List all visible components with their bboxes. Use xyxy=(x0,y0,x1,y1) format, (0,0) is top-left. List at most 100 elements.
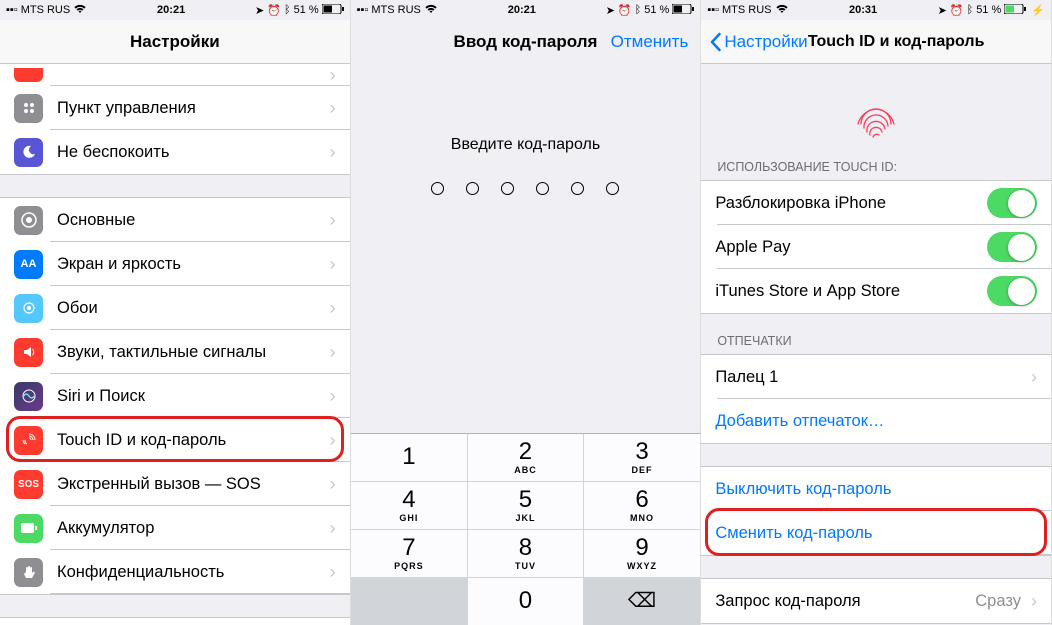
passcode-pane: ▪▪▫ MTS RUS 20:21 ➤ ⏰ ᛒ 51 % Ввод код-па… xyxy=(351,0,702,625)
row-label: Экран и яркость xyxy=(57,255,326,274)
row-display[interactable]: AA Экран и яркость › xyxy=(0,242,350,286)
row-require-passcode[interactable]: Запрос код-пароля Сразу › xyxy=(701,579,1051,623)
row-battery[interactable]: Аккумулятор › xyxy=(0,506,350,550)
key-1[interactable]: 1 xyxy=(351,434,467,481)
row-control-center[interactable]: Пункт управления › xyxy=(0,86,350,130)
row-label: Пункт управления xyxy=(57,99,326,118)
passcode-prompt: Введите код-пароль xyxy=(351,136,701,154)
settings-pane: ▪▪▫ MTS RUS 20:21 ➤ ⏰ ᛒ 51 % Настройки › xyxy=(0,0,351,625)
key-4[interactable]: 4GHI xyxy=(351,482,467,529)
toggle-unlock[interactable] xyxy=(987,188,1037,218)
alarm-icon: ⏰ xyxy=(618,4,632,17)
toggle-applepay[interactable] xyxy=(987,232,1037,262)
status-time: 20:21 xyxy=(157,4,185,16)
numeric-keypad: 1 2ABC 3DEF 4GHI 5JKL 6MNO 7PQRS 8TUV 9W… xyxy=(351,433,701,625)
wifi-icon xyxy=(424,4,438,17)
settings-content: › Пункт управления › Не беспокоить › xyxy=(0,64,350,625)
carrier-label: MTS RUS xyxy=(21,4,71,16)
chevron-right-icon: › xyxy=(330,254,336,275)
row-dnd[interactable]: Не беспокоить › xyxy=(0,130,350,174)
status-time: 20:21 xyxy=(508,4,536,16)
key-2[interactable]: 2ABC xyxy=(468,434,584,481)
chevron-right-icon: › xyxy=(330,430,336,451)
wifi-icon xyxy=(73,4,87,17)
key-3[interactable]: 3DEF xyxy=(584,434,700,481)
section-header-fingerprints: ОТПЕЧАТКИ xyxy=(701,328,1051,354)
chevron-right-icon: › xyxy=(330,562,336,583)
row-label: Экстренный вызов — SOS xyxy=(57,475,326,494)
row-label: Основные xyxy=(57,211,326,230)
row-label: Звуки, тактильные сигналы xyxy=(57,343,326,362)
row-general[interactable]: Основные › xyxy=(0,198,350,242)
battery-icon xyxy=(672,4,694,17)
row-turnoff-passcode[interactable]: Выключить код-пароль xyxy=(701,467,1051,511)
row-privacy[interactable]: Конфиденциальность › xyxy=(0,550,350,594)
bluetooth-icon: ᛒ xyxy=(635,4,642,16)
chevron-right-icon: › xyxy=(330,98,336,119)
battery-icon xyxy=(1004,4,1028,17)
touchid-pane: ▪▪▫ MTS RUS 20:31 ➤ ⏰ ᛒ 51 % ⚡ Настройки… xyxy=(701,0,1052,625)
wifi-icon xyxy=(775,4,789,17)
page-title: Настройки xyxy=(130,32,220,52)
row-sounds[interactable]: Звуки, тактильные сигналы › xyxy=(0,330,350,374)
chevron-left-icon xyxy=(709,32,721,52)
row-siri[interactable]: Siri и Поиск › xyxy=(0,374,350,418)
key-0[interactable]: 0 xyxy=(468,578,584,625)
touchid-content: ИСПОЛЬЗОВАНИЕ TOUCH ID: Разблокировка iP… xyxy=(701,64,1051,625)
row-label: Выключить код-пароль xyxy=(715,480,1037,499)
chevron-right-icon: › xyxy=(330,474,336,495)
hand-icon xyxy=(14,558,43,587)
row-label: Touch ID и код-пароль xyxy=(57,431,326,450)
signal-icon: ▪▪▫ xyxy=(357,4,369,16)
battery-pct: 51 % xyxy=(644,4,669,16)
row-stub-top[interactable]: › xyxy=(0,64,350,86)
control-center-icon xyxy=(14,94,43,123)
location-icon: ➤ xyxy=(938,4,947,17)
row-change-passcode[interactable]: Сменить код-пароль xyxy=(701,511,1051,555)
key-9[interactable]: 9WXYZ xyxy=(584,530,700,577)
chevron-right-icon: › xyxy=(1031,591,1037,612)
row-touchid[interactable]: Touch ID и код-пароль › xyxy=(0,418,350,462)
chevron-right-icon: › xyxy=(330,210,336,231)
key-blank xyxy=(351,578,467,625)
row-itunes-store: iTunes Store и App Store xyxy=(701,269,1051,313)
key-backspace[interactable]: ⌫ xyxy=(584,578,700,625)
status-bar: ▪▪▫ MTS RUS 20:31 ➤ ⏰ ᛒ 51 % ⚡ xyxy=(701,0,1051,20)
charging-icon: ⚡ xyxy=(1031,4,1045,17)
passcode-content: Введите код-пароль 1 2ABC 3DEF 4GHI 5JKL… xyxy=(351,64,701,625)
row-itunes[interactable]: iTunes Store и App Store › xyxy=(0,618,350,625)
row-label: Конфиденциальность xyxy=(57,563,326,582)
key-6[interactable]: 6MNO xyxy=(584,482,700,529)
row-sos[interactable]: SOS Экстренный вызов — SOS › xyxy=(0,462,350,506)
row-label: Запрос код-пароля xyxy=(715,592,975,611)
cancel-button[interactable]: Отменить xyxy=(611,20,689,64)
display-icon: AA xyxy=(14,250,43,279)
carrier-label: MTS RUS xyxy=(722,4,772,16)
toggle-itunes[interactable] xyxy=(987,276,1037,306)
row-add-fingerprint[interactable]: Добавить отпечаток… xyxy=(701,399,1051,443)
key-5[interactable]: 5JKL xyxy=(468,482,584,529)
battery-pct: 51 % xyxy=(976,4,1001,16)
gear-icon xyxy=(14,206,43,235)
section-header-usage: ИСПОЛЬЗОВАНИЕ TOUCH ID: xyxy=(701,154,1051,180)
chevron-right-icon: › xyxy=(330,65,336,86)
passcode-dot xyxy=(571,182,584,195)
row-wallpaper[interactable]: Обои › xyxy=(0,286,350,330)
battery-row-icon xyxy=(14,514,43,543)
sound-icon xyxy=(14,338,43,367)
key-8[interactable]: 8TUV xyxy=(468,530,584,577)
moon-icon xyxy=(14,138,43,167)
status-bar: ▪▪▫ MTS RUS 20:21 ➤ ⏰ ᛒ 51 % xyxy=(351,0,701,20)
stub-icon xyxy=(14,68,43,82)
location-icon: ➤ xyxy=(606,4,615,17)
wallpaper-icon xyxy=(14,294,43,323)
chevron-right-icon: › xyxy=(330,298,336,319)
row-label: Аккумулятор xyxy=(57,519,326,538)
chevron-right-icon: › xyxy=(330,142,336,163)
row-label: iTunes Store и App Store xyxy=(715,282,987,301)
row-finger-1[interactable]: Палец 1 › xyxy=(701,355,1051,399)
back-button[interactable]: Настройки xyxy=(709,20,807,64)
siri-icon xyxy=(14,382,43,411)
key-7[interactable]: 7PQRS xyxy=(351,530,467,577)
battery-pct: 51 % xyxy=(294,4,319,16)
